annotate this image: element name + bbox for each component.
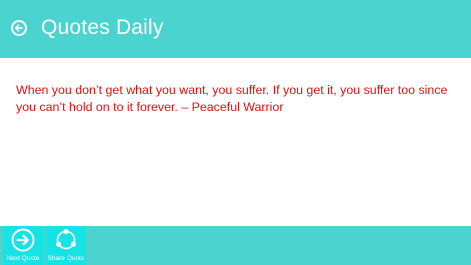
back-button[interactable] bbox=[11, 20, 27, 36]
share-circle-icon bbox=[56, 228, 76, 250]
share-quote-label: Share Quote bbox=[47, 255, 85, 262]
share-quote-button[interactable]: Share Quote bbox=[46, 226, 86, 265]
quote-text: When you don’t get what you want, you su… bbox=[16, 83, 448, 114]
bottom-app-bar: Next Quote Share Quote bbox=[0, 226, 471, 265]
next-quote-button[interactable]: Next Quote bbox=[3, 226, 43, 265]
app-window: Quotes Daily When you don’t get what you… bbox=[0, 0, 471, 265]
arrow-right-circle-icon bbox=[11, 228, 35, 252]
next-quote-label: Next Quote bbox=[6, 255, 40, 262]
back-arrow-icon bbox=[15, 24, 23, 32]
page-title: Quotes Daily bbox=[41, 16, 164, 39]
header-bar: Quotes Daily bbox=[0, 0, 471, 58]
